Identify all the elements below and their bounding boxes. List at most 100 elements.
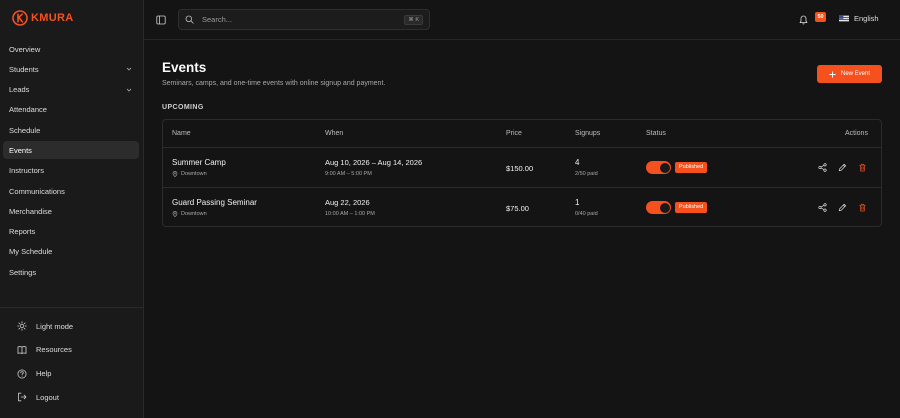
event-name[interactable]: Summer Camp bbox=[172, 158, 226, 167]
column-header-price: Price bbox=[506, 130, 522, 137]
status-badge: Published bbox=[675, 162, 708, 173]
sidebar-item-label: Communications bbox=[9, 186, 65, 196]
kmura-logo-icon bbox=[12, 10, 28, 26]
language-selector[interactable]: English bbox=[839, 14, 879, 23]
map-pin-icon bbox=[172, 211, 178, 217]
event-location: Downtown bbox=[172, 171, 207, 177]
sidebar-item-leads[interactable]: Leads bbox=[3, 81, 139, 99]
map-pin-icon bbox=[172, 171, 178, 177]
plus-icon bbox=[829, 70, 836, 78]
delete-icon[interactable] bbox=[858, 203, 867, 212]
section-heading-upcoming: UPCOMING bbox=[162, 104, 204, 111]
page-subtitle: Seminars, camps, and one-time events wit… bbox=[162, 80, 386, 87]
search-input[interactable] bbox=[202, 15, 405, 24]
sidebar-item-label: My Schedule bbox=[9, 247, 53, 257]
light-mode-button[interactable]: Light mode bbox=[17, 318, 137, 334]
sidebar-item-communications[interactable]: Communications bbox=[3, 182, 139, 200]
language-label: English bbox=[854, 14, 879, 23]
search-bar[interactable]: ⌘ K bbox=[178, 9, 430, 30]
column-header-actions: Actions bbox=[845, 130, 868, 137]
search-icon bbox=[185, 15, 194, 24]
column-header-signups: Signups bbox=[575, 130, 601, 137]
sidebar-item-schedule[interactable]: Schedule bbox=[3, 121, 139, 139]
sidebar-item-events[interactable]: Events bbox=[3, 141, 139, 160]
sidebar-item-settings[interactable]: Settings bbox=[3, 263, 139, 281]
sidebar-item-reports[interactable]: Reports bbox=[3, 223, 139, 241]
sidebar-item-instructors[interactable]: Instructors bbox=[3, 162, 139, 180]
event-time: 9:00 AM – 5:00 PM bbox=[325, 171, 372, 177]
event-signups: 1 bbox=[575, 198, 580, 207]
share-icon[interactable] bbox=[818, 163, 827, 172]
sidebar-item-label: Students bbox=[9, 64, 39, 74]
sidebar-toggle-icon[interactable] bbox=[156, 15, 166, 25]
event-paid-count: 0/40 paid bbox=[575, 211, 598, 217]
resources-label: Resources bbox=[36, 345, 72, 355]
toggle-knob bbox=[659, 202, 670, 213]
help-link[interactable]: Help bbox=[17, 366, 137, 382]
event-location-label: Downtown bbox=[181, 171, 207, 177]
brand-name: KMURA bbox=[31, 12, 74, 24]
edit-icon[interactable] bbox=[838, 163, 847, 172]
help-icon bbox=[17, 369, 27, 379]
logout-icon bbox=[18, 393, 27, 402]
main-content: Events Seminars, camps, and one-time eve… bbox=[144, 40, 900, 418]
sidebar-item-label: Schedule bbox=[9, 125, 41, 135]
publish-toggle[interactable] bbox=[646, 161, 671, 174]
new-event-button[interactable]: New Event bbox=[817, 65, 882, 83]
delete-icon[interactable] bbox=[858, 163, 867, 172]
share-icon[interactable] bbox=[818, 203, 827, 212]
logout-label: Logout bbox=[36, 392, 59, 402]
logout-button[interactable]: Logout bbox=[17, 389, 137, 405]
column-header-when: When bbox=[325, 130, 344, 137]
top-bar: ⌘ K 50 English bbox=[144, 0, 900, 40]
event-paid-count: 2/50 paid bbox=[575, 171, 598, 177]
sidebar-item-label: Reports bbox=[9, 227, 36, 237]
table-row[interactable]: Summer Camp Downtown Aug 10, 2026 – Aug … bbox=[163, 148, 881, 188]
sidebar-item-label: Events bbox=[9, 145, 32, 155]
toggle-knob bbox=[659, 162, 670, 173]
light-mode-label: Light mode bbox=[36, 321, 74, 331]
event-location-label: Downtown bbox=[181, 211, 207, 217]
table-row[interactable]: Guard Passing Seminar Downtown Aug 22, 2… bbox=[163, 188, 881, 228]
sidebar-item-label: Leads bbox=[9, 85, 30, 95]
new-event-label: New Event bbox=[840, 71, 870, 77]
help-label: Help bbox=[36, 369, 52, 379]
publish-toggle[interactable] bbox=[646, 201, 671, 214]
event-price: $150.00 bbox=[506, 164, 534, 173]
edit-icon[interactable] bbox=[838, 203, 847, 212]
brand-logo[interactable]: KMURA bbox=[12, 10, 73, 26]
sidebar-nav: Overview Students Leads Attendance Sched… bbox=[3, 40, 139, 284]
event-name[interactable]: Guard Passing Seminar bbox=[172, 198, 257, 207]
book-icon bbox=[17, 345, 27, 354]
us-flag-icon bbox=[839, 15, 849, 22]
event-signups: 4 bbox=[575, 158, 580, 167]
sidebar-item-label: Overview bbox=[9, 44, 41, 54]
column-header-name: Name bbox=[172, 130, 191, 137]
sidebar-item-label: Instructors bbox=[9, 166, 45, 176]
sidebar-divider bbox=[0, 307, 143, 308]
sidebar-item-merchandise[interactable]: Merchandise bbox=[3, 202, 139, 220]
chevron-down-icon bbox=[126, 88, 132, 92]
sidebar-item-my-schedule[interactable]: My Schedule bbox=[3, 243, 139, 261]
status-badge: Published bbox=[675, 202, 708, 213]
sidebar-item-overview[interactable]: Overview bbox=[3, 40, 139, 58]
sidebar-item-label: Attendance bbox=[9, 105, 47, 115]
event-time: 10:00 AM – 1:00 PM bbox=[325, 211, 375, 217]
notification-count-badge: 50 bbox=[815, 12, 826, 22]
bell-icon[interactable] bbox=[799, 15, 808, 25]
resources-link[interactable]: Resources bbox=[17, 342, 137, 358]
sidebar-footer: Light mode Resources Help Logout bbox=[17, 318, 137, 413]
sidebar-item-students[interactable]: Students bbox=[3, 60, 139, 78]
event-date: Aug 10, 2026 – Aug 14, 2026 bbox=[325, 158, 423, 167]
sidebar-item-label: Settings bbox=[9, 267, 37, 277]
event-price: $75.00 bbox=[506, 204, 529, 213]
sidebar: KMURA Overview Students Leads Attendance… bbox=[0, 0, 144, 418]
search-shortcut: ⌘ K bbox=[404, 14, 423, 25]
column-header-status: Status bbox=[646, 130, 666, 137]
chevron-down-icon bbox=[126, 67, 132, 71]
event-date: Aug 22, 2026 bbox=[325, 198, 370, 207]
sun-icon bbox=[17, 321, 27, 331]
sidebar-item-label: Merchandise bbox=[9, 206, 52, 216]
events-table: Name When Price Signups Status Actions S… bbox=[162, 119, 882, 227]
sidebar-item-attendance[interactable]: Attendance bbox=[3, 101, 139, 119]
